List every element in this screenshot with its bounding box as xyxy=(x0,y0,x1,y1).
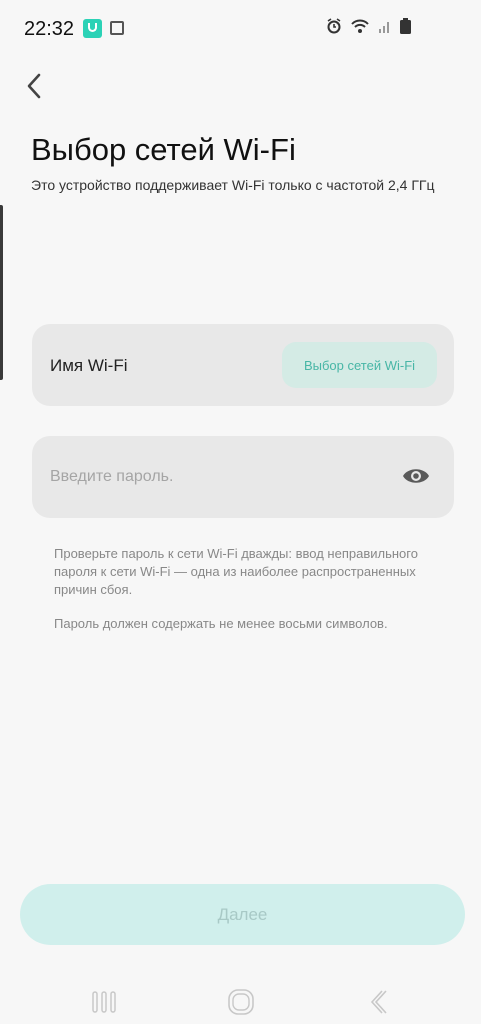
password-tip: Проверьте пароль к сети Wi-Fi дважды: вв… xyxy=(54,546,418,597)
status-bar: 22:32 xyxy=(0,0,481,60)
alarm-icon xyxy=(327,18,341,34)
password-field[interactable] xyxy=(32,436,454,518)
password-input[interactable] xyxy=(50,465,370,489)
wifi-name-label: Имя Wi-Fi xyxy=(50,356,128,375)
signal-icon xyxy=(379,22,389,33)
status-time: 22:32 xyxy=(24,18,75,40)
back-icon[interactable] xyxy=(20,70,52,102)
wifi-name-field[interactable]: Имя Wi-Fi Выбор сетей Wi-Fi xyxy=(32,324,454,406)
page-title: Выбор сетей Wi-Fi xyxy=(31,132,296,167)
page-subtitle: Это устройство поддерживает Wi-Fi только… xyxy=(31,177,435,193)
nav-back-icon[interactable] xyxy=(358,987,398,1017)
home-icon[interactable] xyxy=(221,987,261,1017)
scan-icon xyxy=(110,21,124,35)
status-icons xyxy=(326,18,411,34)
navigation-bar xyxy=(0,975,481,1024)
eye-icon[interactable] xyxy=(402,466,430,486)
password-rule: Пароль должен содержать не менее восьми … xyxy=(54,616,388,631)
wifi-icon xyxy=(351,19,369,33)
battery-icon xyxy=(400,18,411,34)
recent-apps-icon[interactable] xyxy=(84,987,124,1017)
app-notification-icon xyxy=(83,19,102,38)
next-button[interactable]: Далее xyxy=(20,884,465,945)
edge-handle[interactable] xyxy=(0,205,3,380)
password-help: Проверьте пароль к сети Wi-Fi дважды: вв… xyxy=(54,545,434,649)
select-wifi-button[interactable]: Выбор сетей Wi-Fi xyxy=(282,342,437,388)
